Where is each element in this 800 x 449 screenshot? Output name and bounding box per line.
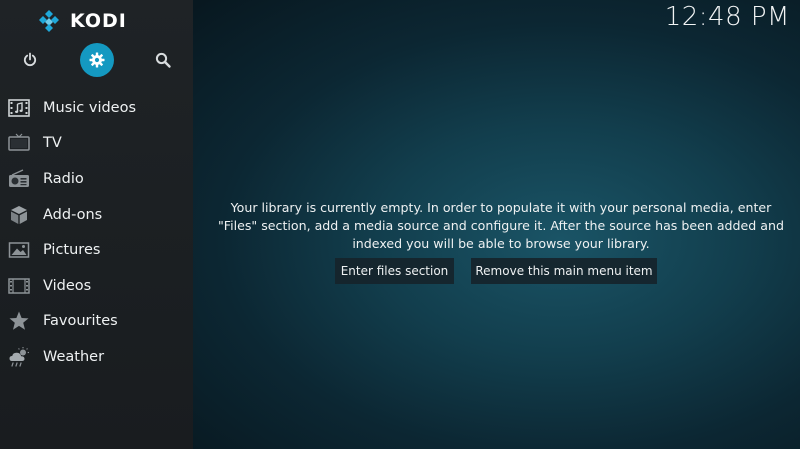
sidebar: KODI Music videos TV Radio Add-ons Pictu… (0, 0, 193, 449)
power-button[interactable] (13, 43, 47, 77)
weather-icon (8, 346, 30, 368)
menu-item-tv[interactable]: TV (0, 126, 193, 162)
menu-item-radio[interactable]: Radio (0, 161, 193, 197)
menu-item-label: Music videos (43, 99, 137, 116)
menu-item-label: Radio (43, 170, 84, 187)
search-icon (155, 52, 171, 68)
top-icon-bar (0, 43, 193, 77)
menu-item-label: Weather (43, 348, 105, 365)
empty-library-message: Your library is currently empty. In orde… (217, 200, 784, 251)
menu-item-add-ons[interactable]: Add-ons (0, 197, 193, 233)
main-menu: Music videos TV Radio Add-ons Pictures V… (0, 90, 193, 375)
menu-item-label: Favourites (43, 313, 118, 330)
menu-item-label: Pictures (43, 242, 101, 259)
action-buttons: Enter files section Remove this main men… (0, 258, 800, 284)
app-name: KODI (70, 10, 127, 32)
radio-icon (8, 168, 30, 190)
addons-icon (8, 204, 30, 226)
menu-item-music-videos[interactable]: Music videos (0, 90, 193, 126)
search-button[interactable] (146, 43, 180, 77)
settings-button[interactable] (80, 43, 114, 77)
star-icon (8, 310, 30, 332)
kodi-logo[interactable]: KODI (37, 9, 127, 33)
enter-files-section-button[interactable]: Enter files section (335, 258, 454, 284)
tv-icon (8, 132, 30, 154)
remove-menu-item-button[interactable]: Remove this main menu item (471, 258, 657, 284)
gear-icon (89, 52, 105, 68)
menu-item-label: TV (43, 135, 62, 152)
kodi-logo-icon (39, 10, 59, 32)
menu-item-weather[interactable]: Weather (0, 339, 193, 375)
music-video-icon (8, 97, 30, 119)
menu-item-label: Add-ons (43, 206, 103, 223)
power-icon (23, 52, 37, 67)
clock: 12:48 PM (664, 2, 790, 32)
menu-item-favourites[interactable]: Favourites (0, 304, 193, 340)
